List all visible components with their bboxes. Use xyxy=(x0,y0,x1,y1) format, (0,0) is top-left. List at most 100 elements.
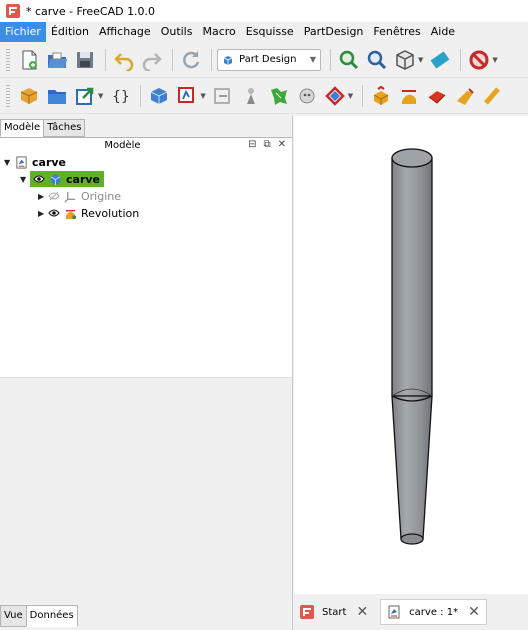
revolution-button[interactable] xyxy=(396,83,422,109)
expand-arrow-icon[interactable]: ▼ xyxy=(20,175,30,184)
tree-item-body[interactable]: ▼ carve xyxy=(20,171,104,187)
toolbar-separator xyxy=(105,48,106,71)
refresh-icon xyxy=(183,50,200,68)
refresh-button[interactable] xyxy=(178,47,204,73)
save-icon xyxy=(77,51,93,68)
sketch-dropdown-arrow-icon[interactable]: ▼ xyxy=(200,92,205,100)
open-folder-icon xyxy=(48,52,67,68)
view-dropdown-arrow-icon[interactable]: ▼ xyxy=(418,56,423,64)
visibility-eye-icon[interactable] xyxy=(48,208,60,218)
property-editor xyxy=(0,377,292,597)
workbench-selector[interactable]: Part Design ▼ xyxy=(217,48,321,71)
svg-text:{}: {} xyxy=(112,89,130,105)
measure-button[interactable] xyxy=(427,47,453,73)
folder-icon xyxy=(48,89,66,104)
shape-binder-icon xyxy=(246,87,255,104)
fit-selection-button[interactable] xyxy=(364,47,390,73)
create-part-button[interactable] xyxy=(16,83,42,109)
collapse-icon[interactable]: ⊟ xyxy=(248,139,256,150)
datum-plane-button[interactable] xyxy=(322,83,348,109)
close-icon[interactable]: ✕ xyxy=(278,139,286,150)
new-document-button[interactable] xyxy=(16,47,42,73)
doc-tab-start[interactable]: Start ✕ xyxy=(294,599,374,625)
toolbar-separator xyxy=(211,48,212,71)
tree-item-origin[interactable]: ▶ Origine xyxy=(38,188,121,204)
create-body-button[interactable] xyxy=(146,83,172,109)
draw-style-button[interactable] xyxy=(466,47,492,73)
tab-vue[interactable]: Vue xyxy=(0,605,27,627)
measure-icon xyxy=(430,50,450,69)
visibility-eye-icon[interactable] xyxy=(33,174,45,184)
selected-highlight: carve xyxy=(30,171,104,187)
save-button[interactable] xyxy=(72,47,98,73)
menu-aide[interactable]: Aide xyxy=(426,22,460,42)
tree-header-title: Modèle xyxy=(104,140,141,151)
menu-fichier[interactable]: Fichier xyxy=(0,22,46,42)
toolbar-separator xyxy=(172,48,173,71)
sub-shape-binder-button[interactable] xyxy=(266,83,292,109)
tab-donnees[interactable]: Données xyxy=(25,605,78,627)
doc-tab-carve[interactable]: carve : 1* ✕ xyxy=(380,599,487,625)
tab-taches[interactable]: Tâches xyxy=(43,119,86,137)
menu-edition[interactable]: Édition xyxy=(46,22,94,42)
menu-esquisse-label: Esquisse xyxy=(245,25,294,38)
helix-icon xyxy=(484,86,501,105)
link-button[interactable] xyxy=(72,83,98,109)
validate-sketch-button[interactable] xyxy=(210,83,236,109)
menu-partdesign[interactable]: PartDesign xyxy=(299,22,369,42)
zoom-selection-icon xyxy=(367,50,387,69)
pad-button[interactable] xyxy=(368,83,394,109)
loft-icon xyxy=(428,90,446,104)
title-bar: * carve - FreeCAD 1.0.0 xyxy=(0,0,528,22)
body-icon xyxy=(48,172,62,186)
view-cube-button[interactable] xyxy=(392,47,418,73)
toolbar-separator xyxy=(140,84,142,107)
tree-item-revolution[interactable]: ▶ Revolution xyxy=(38,205,139,221)
fit-all-button[interactable] xyxy=(336,47,362,73)
tab-modele[interactable]: Modèle xyxy=(0,119,45,137)
document-label: carve xyxy=(32,155,66,169)
origin-label: Origine xyxy=(81,189,122,203)
combo-view-panel: Modèle Tâches Modèle ⊟ ⧉ ✕ ▼ carve ▼ car… xyxy=(0,116,293,630)
toolbar-grip[interactable] xyxy=(6,48,10,71)
chevron-down-icon: ▼ xyxy=(309,55,316,64)
tree-header: Modèle ⊟ ⧉ ✕ xyxy=(0,138,292,154)
float-panel-icon[interactable]: ⧉ xyxy=(263,139,270,150)
additive-pipe-button[interactable] xyxy=(452,83,478,109)
draw-style-dropdown-arrow-icon[interactable]: ▼ xyxy=(492,56,497,64)
clone-button[interactable] xyxy=(294,83,320,109)
tree-header-buttons: ⊟ ⧉ ✕ xyxy=(248,139,286,150)
close-icon[interactable]: ✕ xyxy=(356,604,368,620)
menu-fenetres[interactable]: Fenêtres xyxy=(368,22,425,42)
menu-esquisse[interactable]: Esquisse xyxy=(241,22,299,42)
expand-arrow-icon[interactable]: ▼ xyxy=(4,158,14,167)
menu-macro[interactable]: Macro xyxy=(197,22,240,42)
undo-button[interactable] xyxy=(111,47,137,73)
toolbar-separator xyxy=(362,84,364,107)
additive-helix-button[interactable] xyxy=(480,83,506,109)
sketch-icon xyxy=(178,86,195,103)
redo-button[interactable] xyxy=(139,47,165,73)
create-group-button[interactable] xyxy=(44,83,70,109)
partdesign-workbench-icon xyxy=(223,55,233,65)
datum-plane-icon xyxy=(325,85,345,106)
close-icon[interactable]: ✕ xyxy=(468,604,480,620)
datum-dropdown-arrow-icon[interactable]: ▼ xyxy=(348,92,353,100)
3d-view[interactable] xyxy=(294,116,528,594)
create-sketch-button[interactable] xyxy=(174,83,200,109)
tree-item-document[interactable]: ▼ carve xyxy=(4,154,66,170)
zoom-fit-all-icon xyxy=(339,50,359,69)
variable-set-button[interactable]: {} xyxy=(107,83,133,109)
toolbar-grip[interactable] xyxy=(6,84,10,107)
shape-binder-button[interactable] xyxy=(238,83,264,109)
hidden-eye-icon[interactable] xyxy=(48,191,60,201)
menu-affichage[interactable]: Affichage xyxy=(94,22,156,42)
link-dropdown-arrow-icon[interactable]: ▼ xyxy=(98,92,103,100)
additive-loft-button[interactable] xyxy=(424,83,450,109)
expand-arrow-icon[interactable]: ▶ xyxy=(38,209,48,218)
expand-arrow-icon[interactable]: ▶ xyxy=(38,192,48,201)
braces-icon: {} xyxy=(112,89,130,105)
menu-outils-label: Outils xyxy=(160,25,193,38)
menu-outils[interactable]: Outils xyxy=(156,22,198,42)
open-document-button[interactable] xyxy=(44,47,70,73)
